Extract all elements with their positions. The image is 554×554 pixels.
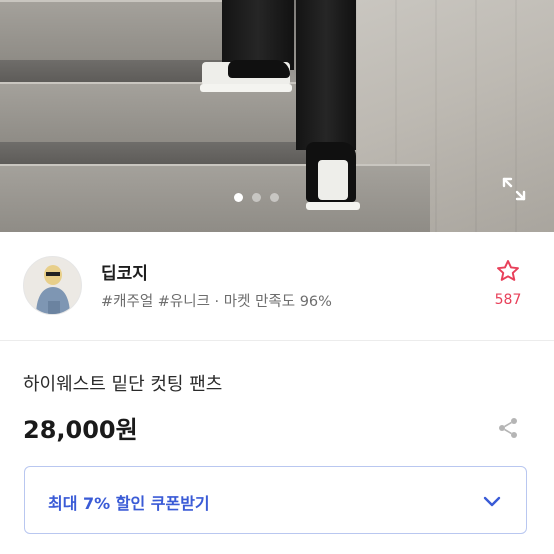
- carousel-dot[interactable]: [252, 193, 261, 202]
- product-photo-shoe-right-sole: [306, 202, 360, 210]
- seller-info[interactable]: 딥코지 #캐주얼 #유니크 · 마켓 만족도 96% 587: [0, 232, 554, 342]
- product-photo-shoe-left-sole: [200, 84, 292, 92]
- star-outline-icon: [497, 260, 519, 281]
- product-photo-pants-right: [296, 0, 356, 150]
- product-photo-step: [0, 164, 430, 232]
- section-divider: [0, 340, 554, 341]
- coupon-label: 최대 7% 할인 쿠폰받기: [48, 494, 210, 513]
- product-photo-shoe-left-overlay: [228, 60, 290, 78]
- coupon-download-button[interactable]: 최대 7% 할인 쿠폰받기: [24, 466, 527, 534]
- expand-icon[interactable]: [500, 175, 528, 203]
- product-photo-step-face: [0, 142, 330, 164]
- carousel-dot[interactable]: [234, 193, 243, 202]
- product-photo-shoe-right-panel: [318, 160, 348, 200]
- product-price: 28,000원: [23, 416, 138, 444]
- seller-avatar[interactable]: [23, 256, 82, 315]
- seller-tags: #캐주얼 #유니크 · 마켓 만족도 96%: [101, 294, 332, 310]
- favorite-count: 587: [494, 292, 522, 308]
- product-photo-step: [0, 0, 240, 60]
- product-title: 하이웨스트 밑단 컷팅 팬츠: [23, 374, 223, 395]
- carousel-pagination: [234, 193, 279, 202]
- share-icon[interactable]: [496, 416, 520, 440]
- favorite-button[interactable]: 587: [488, 258, 528, 308]
- chevron-down-icon: [480, 489, 504, 513]
- seller-name[interactable]: 딥코지: [101, 259, 148, 284]
- product-image-carousel[interactable]: [0, 0, 554, 232]
- carousel-dot[interactable]: [270, 193, 279, 202]
